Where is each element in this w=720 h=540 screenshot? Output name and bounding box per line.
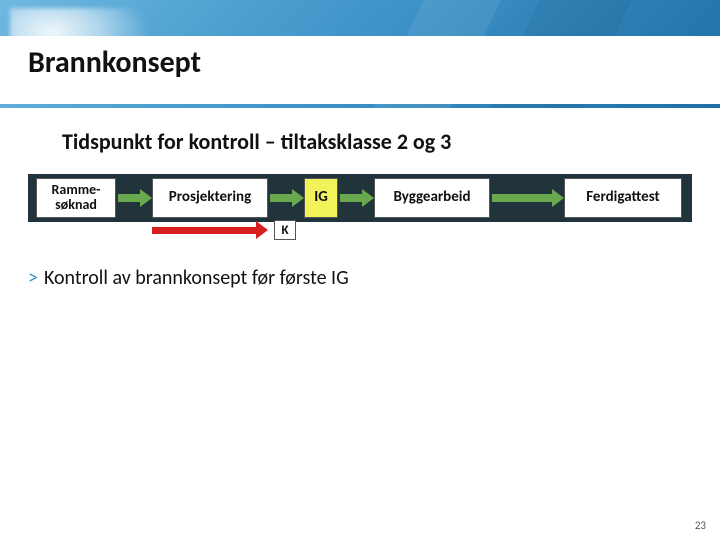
slide-title: Brannkonsept [28, 44, 201, 81]
arrow-icon [340, 192, 374, 204]
step-prosjektering: Prosjektering [152, 178, 268, 218]
slide: Brannkonsept Tidspunkt for kontroll – ti… [0, 0, 720, 540]
arrow-icon [492, 192, 564, 204]
kontroll-arrow-icon [152, 224, 268, 236]
bullet-line: >Kontroll av brannkonsept før første IG [28, 266, 349, 290]
process-flow: Ramme- søknad Prosjektering IG Byggearbe… [28, 174, 692, 244]
step-ferdigattest: Ferdigattest [564, 178, 682, 218]
step-rammesoknad: Ramme- søknad [36, 178, 116, 218]
step-byggearbeid: Byggearbeid [374, 178, 490, 218]
page-number: 23 [695, 519, 706, 532]
bullet-marker: > [28, 266, 38, 290]
arrow-icon [270, 192, 304, 204]
arrow-icon [118, 192, 152, 204]
bullet-text: Kontroll av brannkonsept før første IG [44, 266, 349, 290]
slide-subtitle: Tidspunkt for kontroll – tiltaksklasse 2… [62, 128, 451, 155]
step-ig: IG [304, 178, 338, 218]
kontroll-label: K [274, 220, 296, 240]
